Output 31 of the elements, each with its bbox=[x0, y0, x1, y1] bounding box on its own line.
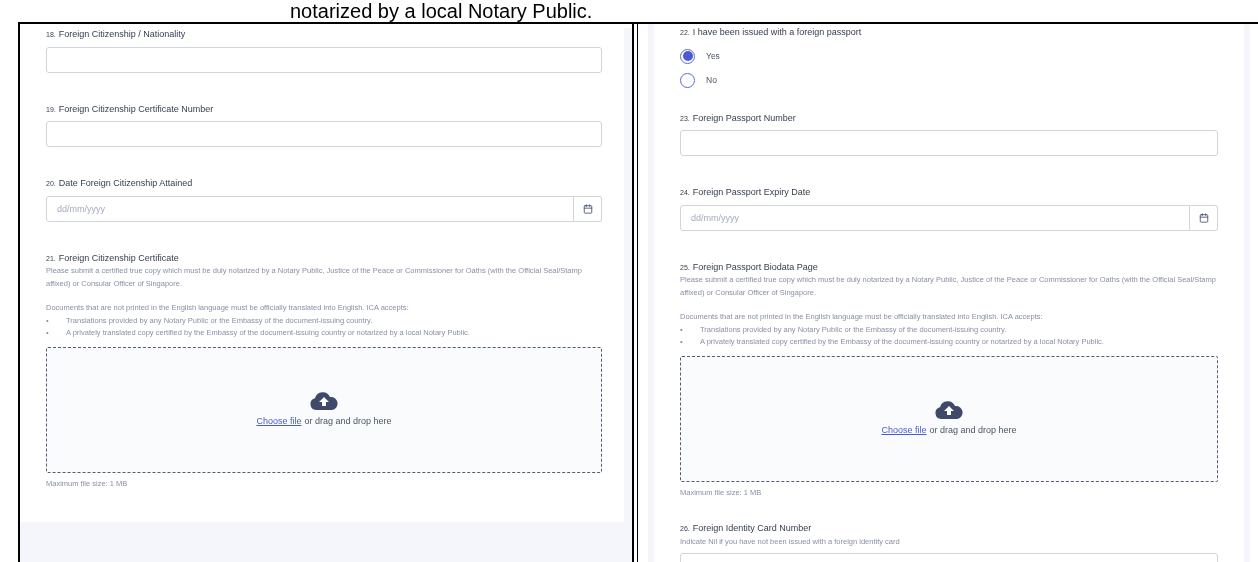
date-field[interactable]: dd/mm/yyyy bbox=[680, 204, 1190, 231]
document-text: notarized by a local Notary Public. bbox=[290, 0, 593, 22]
calendar-button[interactable] bbox=[574, 195, 602, 222]
cloud-upload-icon bbox=[935, 399, 963, 420]
choose-file-link[interactable]: Choose file bbox=[881, 423, 927, 438]
question-label: I have been issued with a foreign passport bbox=[692, 26, 862, 39]
question-label: Foreign Passport Expiry Date bbox=[692, 186, 811, 199]
question-label: Date Foreign Citizenship Attained bbox=[58, 177, 193, 190]
choose-file-link[interactable]: Choose file bbox=[256, 414, 302, 429]
drop-hint: or drag and drop here bbox=[304, 414, 392, 428]
calendar-button[interactable] bbox=[1190, 204, 1218, 231]
text-field[interactable] bbox=[46, 46, 602, 73]
question-label: Foreign Citizenship Certificate Number bbox=[58, 102, 214, 116]
radio-button[interactable] bbox=[680, 48, 695, 64]
text-field[interactable] bbox=[680, 130, 1218, 156]
calendar-icon bbox=[1198, 212, 1209, 223]
text-field[interactable] bbox=[46, 121, 602, 147]
file-drop-zone[interactable]: Choose file or drag and drop here bbox=[46, 346, 602, 473]
question-label: Foreign Citizenship / Nationality bbox=[58, 28, 186, 41]
drop-hint: or drag and drop here bbox=[929, 423, 1017, 437]
question-label: Foreign Passport Number bbox=[692, 111, 796, 125]
radio-label: Yes bbox=[706, 49, 720, 63]
radio-label: No bbox=[706, 73, 717, 87]
question-label: Foreign Identity Card Number bbox=[692, 521, 812, 535]
question-label: Foreign Citizenship Certificate bbox=[58, 251, 179, 265]
cloud-upload-icon bbox=[310, 390, 338, 411]
calendar-icon bbox=[582, 203, 593, 214]
radio-button[interactable] bbox=[680, 72, 695, 88]
date-field[interactable]: dd/mm/yyyy bbox=[46, 195, 574, 222]
file-drop-zone[interactable]: Choose file or drag and drop here bbox=[680, 355, 1218, 482]
question-label: Foreign Passport Biodata Page bbox=[692, 260, 818, 274]
